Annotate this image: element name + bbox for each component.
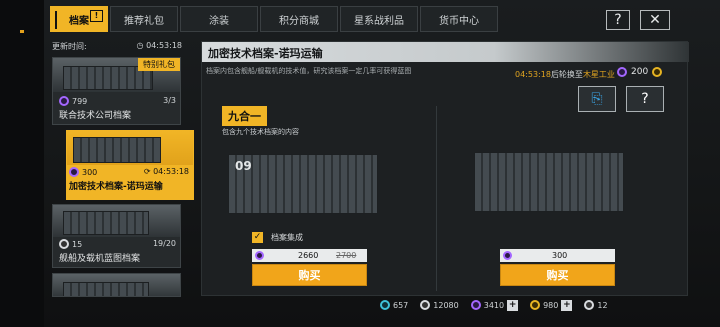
- crate-icon: [63, 211, 149, 235]
- archive-icon-button[interactable]: ⎘: [578, 86, 616, 112]
- purple-coin-icon: [255, 251, 264, 260]
- tab-archive[interactable]: 档案 !: [50, 6, 108, 32]
- currency-bar: 657 12080 3410 + 980 + 12: [380, 298, 616, 312]
- top-price: 200: [617, 67, 663, 77]
- rotation-timer: 04:53:18: [515, 70, 551, 79]
- offer-divider: [436, 106, 437, 291]
- white-currency-icon: [420, 300, 431, 310]
- detail-title: 加密技术档案-诺玛运输: [208, 47, 323, 60]
- crate-single-image: [474, 152, 624, 212]
- currency-gold: 980 +: [530, 299, 573, 311]
- purple-coin-icon: [617, 67, 627, 77]
- info-help-button[interactable]: ?: [626, 86, 664, 112]
- tab-label: 积分商城: [279, 15, 319, 27]
- currency-white: 12080: [420, 300, 459, 310]
- tab-label: 档案: [69, 15, 89, 27]
- archive-card-ship-blueprint[interactable]: 15 19/20 舰船及载机蓝图档案: [52, 204, 181, 268]
- tab-label: 星系战利品: [354, 15, 404, 27]
- currency-purple: 3410 +: [470, 299, 519, 311]
- card-image: [53, 205, 180, 237]
- card-image: [53, 274, 180, 296]
- add-gold-button[interactable]: +: [561, 299, 573, 311]
- card-title: 加密技术档案-诺玛运输: [69, 182, 163, 192]
- card-image: [67, 131, 193, 165]
- cyan-currency-icon: [380, 300, 390, 310]
- archive-integration-option[interactable]: ✓ 档案集成: [252, 232, 303, 243]
- tab-points-mall[interactable]: 积分商城: [260, 6, 338, 32]
- gold-currency-icon: [530, 300, 541, 310]
- bundle-subtitle: 包含九个技术档案的内容: [222, 128, 299, 136]
- detail-description: 档案内包含舰船/舰载机的技术值，研究该档案一定几率可获得蓝图: [206, 67, 412, 75]
- add-purple-button[interactable]: +: [507, 299, 519, 311]
- card-title: 舰船及载机蓝图档案: [59, 254, 141, 264]
- buy-bundle-button[interactable]: 购买: [252, 264, 367, 286]
- tab-currency-center[interactable]: 货币中心: [420, 6, 498, 32]
- tab-label: 推荐礼包: [124, 15, 164, 27]
- bundle-price-value: 2660: [298, 251, 319, 260]
- tab-skins[interactable]: 涂装: [180, 6, 258, 32]
- purple-coin-icon: [503, 251, 512, 260]
- purple-coin-icon: [59, 96, 69, 106]
- alert-badge: !: [90, 10, 103, 22]
- archive-detail-panel: 加密技术档案-诺玛运输 档案内包含舰船/舰载机的技术值，研究该档案一定几率可获得…: [201, 41, 689, 296]
- card-title: 联合技术公司档案: [59, 111, 132, 121]
- update-time-label: 更新时间:: [52, 42, 87, 51]
- update-timer: ◷ 04:53:18: [136, 41, 182, 50]
- archive-card-partial[interactable]: [52, 273, 181, 297]
- purple-currency-icon: [470, 300, 481, 310]
- card-count: 19/20: [152, 239, 176, 248]
- tab-galaxy-loot[interactable]: 星系战利品: [340, 6, 418, 32]
- card-timer: ⟳ 04:53:18: [143, 167, 189, 176]
- tab-label: 货币中心: [439, 15, 479, 27]
- tab-label: 涂装: [209, 15, 229, 27]
- detail-title-bar: 加密技术档案-诺玛运输: [202, 42, 689, 62]
- help-button[interactable]: ?: [606, 10, 630, 30]
- white-coin-icon: [59, 239, 69, 249]
- update-time-header: 更新时间: ◷ 04:53:18: [52, 41, 182, 53]
- currency-white-small: 12: [584, 300, 608, 310]
- option-label: 档案集成: [271, 233, 303, 242]
- rotation-target: 木星工业: [582, 70, 615, 79]
- archive-card-norma-transport[interactable]: 300 ⟳ 04:53:18 加密技术档案-诺玛运输: [66, 130, 194, 200]
- crate-bundle-image: 09: [228, 154, 378, 214]
- currency-cyan: 657: [380, 300, 408, 310]
- single-price: 300: [500, 249, 615, 262]
- archive-card-joint-tech[interactable]: 特别礼包 799 3/3 联合技术公司档案: [52, 57, 181, 125]
- bundle-old-price: 2700: [336, 251, 357, 260]
- tab-bracket: [55, 11, 61, 29]
- card-price: 300: [69, 167, 97, 177]
- tab-recommended-packs[interactable]: 推荐礼包: [110, 6, 178, 32]
- card-price: 15: [59, 239, 82, 249]
- bundle-label: 九合一: [222, 106, 267, 126]
- rotation-info: 04:53:18后轮换至木星工业: [515, 69, 615, 80]
- crate-icon: [63, 282, 149, 296]
- special-pack-badge: 特别礼包: [138, 58, 180, 71]
- single-price-value: 300: [552, 251, 568, 260]
- crate-icon: [73, 137, 161, 163]
- close-button[interactable]: ✕: [640, 10, 670, 30]
- store-screen: 档案 ! 推荐礼包 涂装 积分商城 星系战利品 货币中心 ? ✕ 更新时间: ◷…: [0, 0, 720, 327]
- left-edge: [0, 0, 44, 327]
- card-count: 3/3: [163, 96, 176, 105]
- archive-icon: ⎘: [591, 91, 603, 107]
- top-tabs: 档案 ! 推荐礼包 涂装 积分商城 星系战利品 货币中心: [50, 6, 500, 34]
- gold-coin-icon: [652, 67, 663, 77]
- edge-marker: [20, 30, 24, 33]
- purple-coin-icon: [69, 167, 79, 177]
- card-price: 799: [59, 96, 87, 106]
- buy-single-button[interactable]: 购买: [500, 264, 615, 286]
- crate-code: 09: [235, 159, 252, 173]
- white-currency-icon: [584, 300, 595, 310]
- rotation-text: 后轮换至: [550, 70, 583, 79]
- checkbox-checked[interactable]: ✓: [252, 232, 263, 243]
- bundle-price: 2660 2700: [252, 249, 367, 262]
